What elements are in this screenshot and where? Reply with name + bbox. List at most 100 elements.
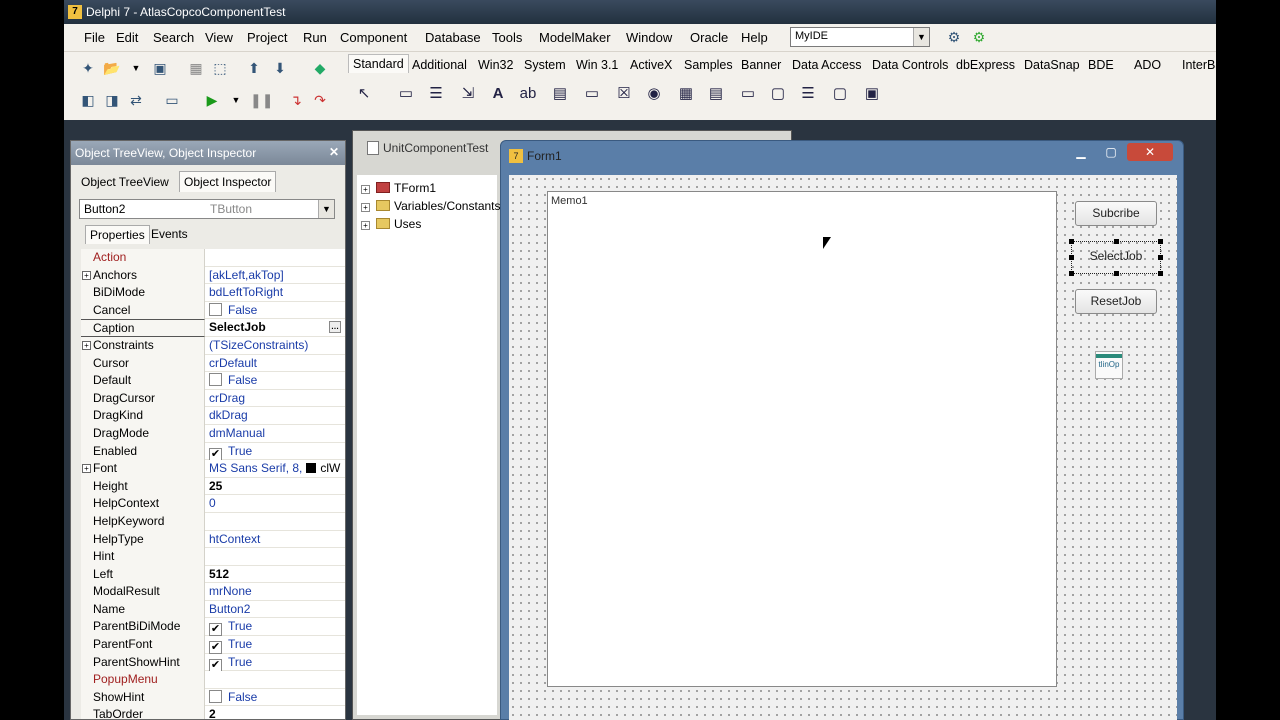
actionlist-icon[interactable]: ▣	[860, 82, 884, 106]
menu-database[interactable]: Database	[425, 30, 481, 45]
tab-object-inspector[interactable]: Object Inspector	[179, 171, 277, 192]
property-value[interactable]: htContext	[209, 531, 343, 549]
menu-edit[interactable]: Edit	[116, 30, 138, 45]
property-value[interactable]: crDrag	[209, 390, 343, 408]
palette-tab-ado[interactable]: ADO	[1134, 58, 1161, 72]
palette-tab-system[interactable]: System	[524, 58, 566, 72]
open-project-icon[interactable]: ⬚	[210, 58, 230, 78]
desktop-layout-combo[interactable]: MyIDE ▼	[790, 27, 930, 47]
tab-object-treeview[interactable]: Object TreeView	[81, 175, 169, 189]
palette-tab-additional[interactable]: Additional	[412, 58, 467, 72]
property-row[interactable]: + Anchors [akLeft,akTop]	[81, 266, 345, 285]
property-value[interactable]	[209, 671, 343, 689]
property-value[interactable]: 25	[209, 478, 343, 496]
property-row[interactable]: HelpType htContext	[81, 530, 345, 549]
property-row[interactable]: Default False	[81, 372, 345, 390]
property-row[interactable]: Height 25	[81, 477, 345, 496]
add-file-icon[interactable]: ⬆	[244, 58, 264, 78]
palette-tab-win31[interactable]: Win 3.1	[576, 58, 618, 72]
step-over-icon[interactable]: ↷	[310, 90, 330, 110]
property-value[interactable]: False	[209, 302, 343, 320]
checkbox-icon[interactable]: ☒	[612, 82, 636, 106]
minimize-icon[interactable]: ▁	[1067, 143, 1095, 161]
tab-properties[interactable]: Properties	[85, 225, 150, 244]
property-row[interactable]: Caption SelectJob…	[81, 319, 345, 337]
property-row[interactable]: ParentBiDiMode ✔ True	[81, 618, 345, 637]
property-value[interactable]: ✔ True	[209, 636, 343, 654]
radiobutton-icon[interactable]: ◉	[642, 82, 666, 106]
form-client-area[interactable]: Memo1 Subcribe SelectJob ResetJob tlinOp	[509, 175, 1177, 720]
view-unit-icon[interactable]: ◧	[78, 90, 98, 110]
save-icon[interactable]: ▣	[150, 58, 170, 78]
menu-window[interactable]: Window	[626, 30, 672, 45]
expand-icon[interactable]: +	[361, 221, 370, 230]
set-debug-desktop-icon[interactable]: ⚙	[969, 27, 989, 47]
combobox-icon[interactable]: ▤	[704, 82, 728, 106]
menu-view[interactable]: View	[205, 30, 233, 45]
checkbox-icon[interactable]: ✔	[209, 623, 222, 637]
property-value[interactable]: dmManual	[209, 425, 343, 443]
property-row[interactable]: Name Button2	[81, 600, 345, 619]
expand-icon[interactable]: +	[82, 340, 91, 350]
property-value[interactable]	[209, 548, 343, 566]
property-row[interactable]: + Constraints (TSizeConstraints)	[81, 336, 345, 355]
tree-item-tform1[interactable]: + TForm1	[361, 179, 436, 197]
property-row[interactable]: Enabled ✔ True	[81, 442, 345, 461]
nonvisual-component[interactable]: tlinOp	[1095, 351, 1123, 379]
property-value[interactable]: SelectJob…	[209, 319, 343, 337]
expand-icon[interactable]: +	[82, 270, 91, 280]
palette-tab-dbexpress[interactable]: dbExpress	[956, 58, 1015, 72]
property-row[interactable]: Hint	[81, 548, 345, 566]
palette-tab-activex[interactable]: ActiveX	[630, 58, 672, 72]
toggle-form-unit-icon[interactable]: ⇄	[126, 90, 146, 110]
menu-tools[interactable]: Tools	[492, 30, 522, 45]
selectjob-button[interactable]: SelectJob	[1075, 245, 1157, 270]
property-row[interactable]: DragMode dmManual	[81, 424, 345, 443]
property-value[interactable]: dkDrag	[209, 407, 343, 425]
resize-handle[interactable]	[1114, 239, 1119, 244]
menu-search[interactable]: Search	[153, 30, 194, 45]
tab-events[interactable]: Events	[151, 227, 188, 241]
scrollbar-icon[interactable]: ▭	[736, 82, 760, 106]
menu-project[interactable]: Project	[247, 30, 287, 45]
resize-handle[interactable]	[1114, 271, 1119, 276]
pointer-icon[interactable]: ↖	[352, 82, 376, 106]
palette-tab-bde[interactable]: BDE	[1088, 58, 1114, 72]
maximize-icon[interactable]: ▢	[1097, 143, 1125, 161]
expand-icon[interactable]: +	[361, 203, 370, 212]
chevron-down-icon[interactable]: ▼	[913, 28, 929, 46]
property-row[interactable]: DragKind dkDrag	[81, 407, 345, 425]
property-value[interactable]: 2	[209, 706, 343, 719]
tree-item-variables[interactable]: + Variables/Constants	[361, 197, 501, 215]
property-row[interactable]: BiDiMode bdLeftToRight	[81, 284, 345, 302]
property-value[interactable]: Button2	[209, 601, 343, 619]
property-value[interactable]: 0	[209, 495, 343, 513]
property-value[interactable]: crDefault	[209, 355, 343, 373]
property-value[interactable]	[209, 249, 343, 267]
property-value[interactable]	[209, 513, 343, 531]
palette-tab-win32[interactable]: Win32	[478, 58, 513, 72]
mainmenu-icon[interactable]: ☰	[424, 82, 448, 106]
palette-tab-datasnap[interactable]: DataSnap	[1024, 58, 1080, 72]
property-value[interactable]: [akLeft,akTop]	[209, 267, 343, 285]
palette-tab-standard[interactable]: Standard	[348, 54, 409, 73]
ellipsis-icon[interactable]: …	[329, 321, 341, 334]
resize-handle[interactable]	[1069, 255, 1074, 260]
label-icon[interactable]: A	[486, 82, 510, 106]
button-icon[interactable]: ▭	[580, 82, 604, 106]
listbox-icon[interactable]: ▦	[674, 82, 698, 106]
pause-icon[interactable]: ❚❚	[250, 90, 273, 110]
property-row[interactable]: ParentShowHint ✔ True	[81, 653, 345, 672]
subscribe-button[interactable]: Subcribe	[1075, 201, 1157, 226]
view-form-icon[interactable]: ◨	[102, 90, 122, 110]
property-row[interactable]: HelpKeyword	[81, 512, 345, 531]
property-value[interactable]: False	[209, 689, 343, 707]
property-value[interactable]: ✔ True	[209, 443, 343, 461]
property-value[interactable]: False	[209, 372, 343, 390]
object-selector[interactable]: Button2 TButton ▼	[79, 199, 335, 219]
property-value[interactable]: MS Sans Serif, 8, clW	[209, 460, 343, 478]
property-row[interactable]: TabOrder 2	[81, 706, 345, 719]
property-row[interactable]: DragCursor crDrag	[81, 389, 345, 408]
menu-modelmaker[interactable]: ModelMaker	[539, 30, 611, 45]
resize-handle[interactable]	[1069, 271, 1074, 276]
